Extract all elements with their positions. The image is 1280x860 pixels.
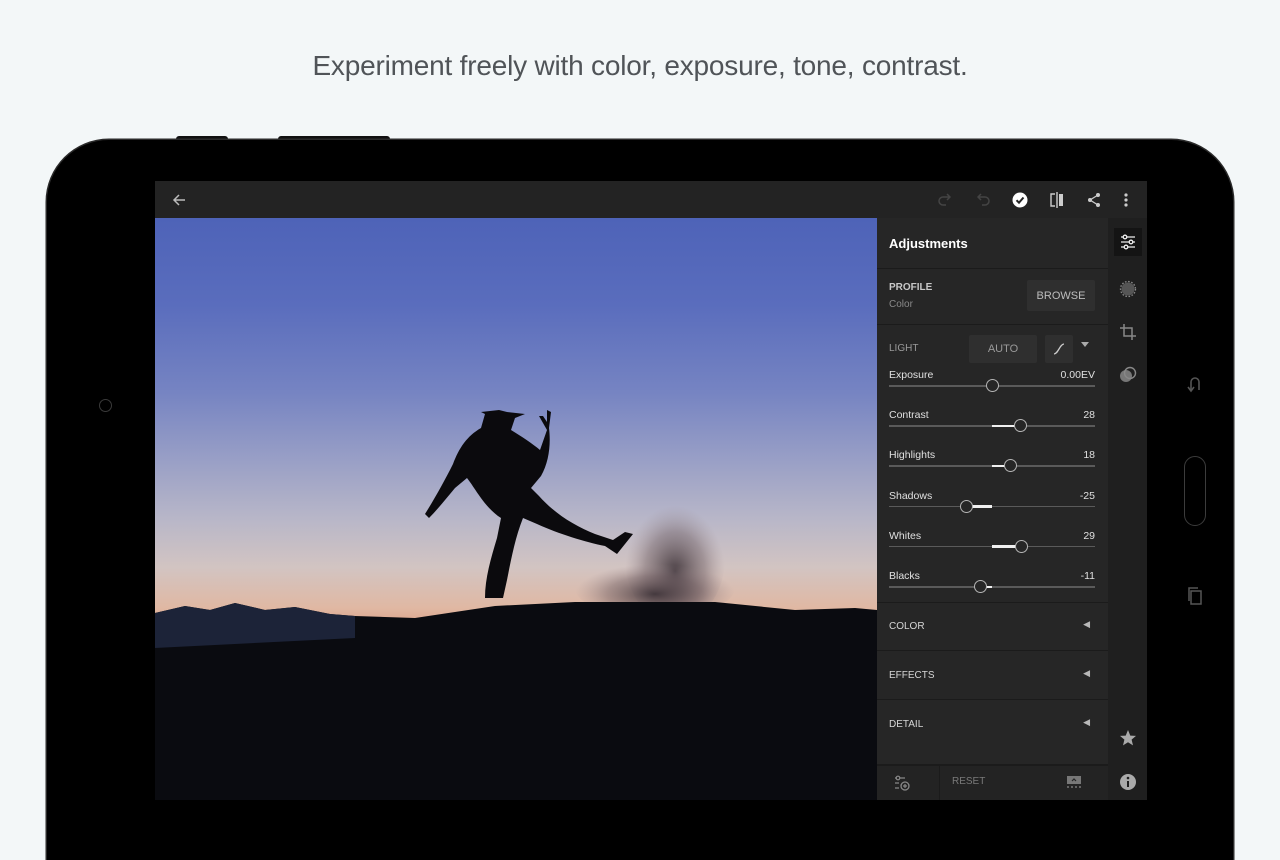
settings-copy-icon bbox=[895, 775, 910, 791]
share-button[interactable] bbox=[1084, 190, 1104, 210]
curve-icon bbox=[1053, 343, 1065, 355]
chevron-left-icon: ◀ bbox=[1083, 668, 1090, 678]
back-hw-icon[interactable] bbox=[1186, 374, 1204, 394]
copy-settings-button[interactable] bbox=[893, 774, 911, 797]
slider-contrast: Contrast 28 bbox=[889, 409, 1095, 449]
top-bar bbox=[155, 181, 1147, 218]
light-expand-toggle[interactable] bbox=[1081, 342, 1089, 347]
back-button[interactable] bbox=[169, 190, 189, 210]
tone-curve-button[interactable] bbox=[1045, 335, 1073, 363]
filmstrip-toggle[interactable] bbox=[1065, 774, 1083, 795]
slider-thumb[interactable] bbox=[985, 379, 999, 392]
slider-thumb[interactable] bbox=[959, 499, 973, 513]
more-button[interactable] bbox=[1116, 190, 1136, 210]
share-icon bbox=[1088, 193, 1100, 207]
slider-exposure: Exposure 0.00EV bbox=[889, 369, 1095, 409]
redo-icon bbox=[938, 193, 952, 206]
slider-label: Shadows bbox=[889, 489, 933, 502]
section-label: COLOR bbox=[889, 621, 925, 632]
divider bbox=[877, 650, 1108, 651]
rail-presets-button[interactable] bbox=[1114, 361, 1142, 389]
panel-title: Adjustments bbox=[889, 236, 968, 251]
light-label: LIGHT bbox=[889, 343, 919, 354]
slider-value: 28 bbox=[1083, 409, 1095, 422]
section-label: DETAIL bbox=[889, 719, 924, 730]
divider bbox=[877, 324, 1108, 325]
rail-selective-button[interactable] bbox=[1114, 275, 1142, 303]
slider-value: 29 bbox=[1083, 529, 1095, 542]
home-button[interactable] bbox=[1184, 456, 1206, 526]
divider bbox=[877, 268, 1108, 269]
before-after-icon bbox=[1050, 192, 1063, 208]
photo-silhouette bbox=[155, 410, 877, 800]
section-label: EFFECTS bbox=[889, 670, 935, 681]
slider-track[interactable] bbox=[889, 505, 1095, 508]
slider-label: Blacks bbox=[889, 570, 920, 582]
slider-thumb[interactable] bbox=[974, 580, 988, 593]
slider-thumb[interactable] bbox=[1014, 419, 1028, 433]
adjustments-icon bbox=[1121, 234, 1135, 250]
crop-icon bbox=[1120, 324, 1136, 340]
undo-button[interactable] bbox=[973, 190, 993, 210]
presets-icon bbox=[1120, 366, 1137, 382]
info-icon bbox=[1120, 774, 1136, 790]
slider-label: Contrast bbox=[889, 409, 929, 422]
profile-value: Color bbox=[889, 299, 913, 310]
slider-label: Whites bbox=[889, 529, 922, 542]
rail-rating-button[interactable] bbox=[1114, 724, 1142, 752]
rail-crop-button[interactable] bbox=[1114, 318, 1142, 346]
more-vertical-icon bbox=[1124, 193, 1128, 207]
section-detail[interactable]: DETAIL ◀ bbox=[877, 701, 1108, 749]
app-screen: Adjustments PROFILE Color BROWSE LIGHT A… bbox=[155, 181, 1147, 800]
tool-rail bbox=[1108, 218, 1147, 800]
slider-value: -25 bbox=[1079, 489, 1095, 502]
photo-canvas[interactable] bbox=[155, 218, 877, 800]
selective-icon bbox=[1119, 280, 1137, 298]
divider bbox=[877, 699, 1108, 700]
camera-icon bbox=[99, 399, 112, 412]
slider-whites: Whites 29 bbox=[889, 530, 1095, 570]
arrow-left-icon bbox=[172, 194, 185, 206]
section-color[interactable]: COLOR ◀ bbox=[877, 603, 1108, 651]
slider-highlights: Highlights 18 bbox=[889, 449, 1095, 489]
section-effects[interactable]: EFFECTS ◀ bbox=[877, 652, 1108, 700]
undo-icon bbox=[976, 193, 990, 206]
chevron-left-icon: ◀ bbox=[1083, 619, 1090, 629]
slider-value: 0.00EV bbox=[1060, 369, 1095, 381]
divider bbox=[939, 766, 940, 800]
auto-button[interactable]: AUTO bbox=[969, 335, 1037, 363]
slider-value: -11 bbox=[1080, 570, 1095, 582]
slider-thumb[interactable] bbox=[1015, 539, 1029, 553]
reset-button[interactable]: RESET bbox=[952, 776, 985, 787]
slider-shadows: Shadows -25 bbox=[889, 490, 1095, 530]
profile-label: PROFILE bbox=[889, 282, 933, 293]
redo-button[interactable] bbox=[935, 190, 955, 210]
slider-label: Highlights bbox=[889, 449, 936, 462]
slider-thumb[interactable] bbox=[1004, 459, 1018, 473]
filmstrip-icon bbox=[1067, 776, 1081, 788]
headline: Experiment freely with color, exposure, … bbox=[312, 50, 968, 81]
rail-info-button[interactable] bbox=[1114, 768, 1142, 796]
browse-button[interactable]: BROWSE bbox=[1027, 280, 1095, 311]
panel-bottom-bar: RESET bbox=[877, 764, 1108, 800]
recents-hw-icon[interactable] bbox=[1186, 586, 1204, 606]
rail-adjustments-button[interactable] bbox=[1114, 228, 1142, 256]
chevron-left-icon: ◀ bbox=[1083, 717, 1090, 727]
slider-value: 18 bbox=[1083, 449, 1095, 462]
slider-label: Exposure bbox=[889, 369, 934, 381]
star-icon bbox=[1120, 730, 1136, 746]
slider-track[interactable] bbox=[889, 586, 1095, 588]
done-button[interactable] bbox=[1010, 190, 1030, 210]
compare-button[interactable] bbox=[1047, 190, 1067, 210]
adjustments-panel: Adjustments PROFILE Color BROWSE LIGHT A… bbox=[877, 218, 1108, 800]
checkmark-circle-icon bbox=[1012, 192, 1028, 208]
